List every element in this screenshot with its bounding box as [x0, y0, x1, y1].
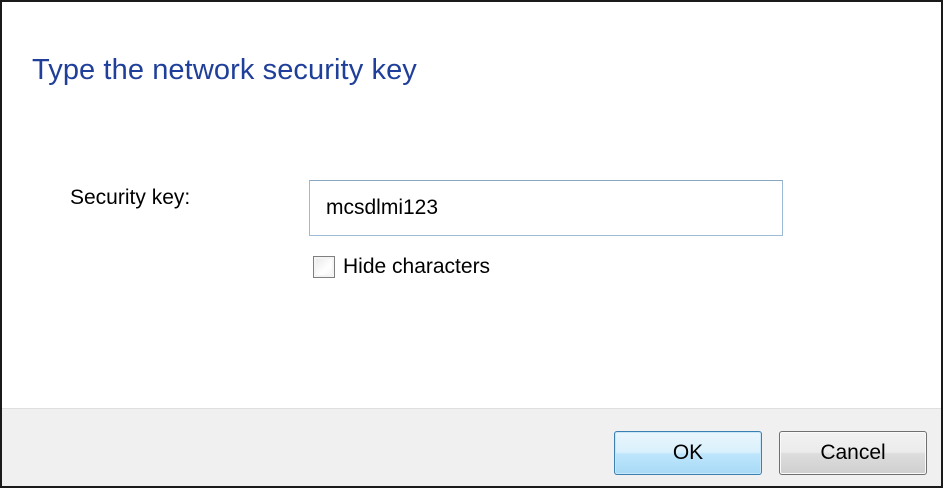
network-security-key-dialog: Type the network security key Security k… — [0, 0, 943, 488]
cancel-button[interactable]: Cancel — [779, 431, 927, 475]
security-key-label: Security key: — [70, 186, 191, 209]
hide-characters-label[interactable]: Hide characters — [343, 255, 490, 279]
security-key-input[interactable] — [309, 180, 783, 236]
ok-button[interactable]: OK — [614, 431, 762, 475]
hide-characters-checkbox[interactable] — [313, 256, 335, 278]
dialog-title: Type the network security key — [32, 54, 417, 86]
hide-characters-option[interactable]: Hide characters — [313, 255, 490, 279]
